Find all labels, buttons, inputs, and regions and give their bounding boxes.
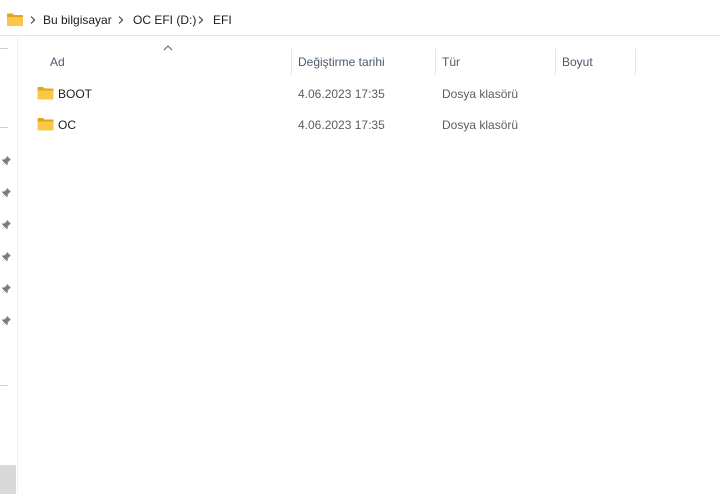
- nav-separator: [0, 385, 8, 386]
- list-item[interactable]: OC 4.06.2023 17:35 Dosya klasörü: [18, 113, 720, 137]
- nav-scrollbar-thumb[interactable]: [0, 465, 16, 494]
- file-explorer-window: Bu bilgisayar OC EFI (D:) EFI Ad Değişti…: [0, 0, 720, 494]
- file-type: Dosya klasörü: [442, 87, 519, 101]
- folder-icon: [37, 87, 54, 100]
- pin-icon[interactable]: [1, 187, 13, 199]
- column-divider[interactable]: [435, 49, 436, 75]
- pin-icon[interactable]: [1, 219, 13, 231]
- column-header-name[interactable]: Ad: [50, 55, 65, 69]
- chevron-right-icon[interactable]: [197, 15, 205, 25]
- pin-icon[interactable]: [1, 283, 13, 295]
- list-item[interactable]: BOOT 4.06.2023 17:35 Dosya klasörü: [18, 82, 720, 106]
- file-modified-date: 4.06.2023 17:35: [298, 118, 385, 132]
- pin-icon[interactable]: [1, 251, 13, 263]
- nav-separator: [0, 48, 8, 49]
- chevron-right-icon[interactable]: [29, 15, 37, 25]
- file-name: BOOT: [58, 87, 93, 101]
- column-divider[interactable]: [291, 49, 292, 75]
- column-header-type[interactable]: Tür: [442, 55, 460, 69]
- column-header-size[interactable]: Boyut: [562, 55, 593, 69]
- breadcrumb-item-efi[interactable]: EFI: [213, 13, 232, 27]
- pin-icon[interactable]: [1, 315, 13, 327]
- column-divider[interactable]: [635, 49, 636, 75]
- chevron-right-icon[interactable]: [117, 15, 125, 25]
- column-header-row: Ad Değiştirme tarihi Tür Boyut: [18, 37, 720, 75]
- navigation-pane[interactable]: [0, 37, 18, 494]
- folder-icon: [37, 118, 54, 131]
- breadcrumb-item-this-pc[interactable]: Bu bilgisayar: [43, 13, 112, 27]
- column-header-modified[interactable]: Değiştirme tarihi: [298, 55, 385, 69]
- breadcrumb-item-drive[interactable]: OC EFI (D:): [133, 13, 196, 27]
- nav-separator: [0, 127, 8, 128]
- pin-icon[interactable]: [1, 155, 13, 167]
- file-name: OC: [58, 118, 76, 132]
- sort-ascending-icon: [163, 45, 173, 51]
- folder-icon: [7, 13, 23, 26]
- column-divider[interactable]: [555, 49, 556, 75]
- address-bar[interactable]: Bu bilgisayar OC EFI (D:) EFI: [0, 4, 720, 36]
- file-type: Dosya klasörü: [442, 118, 519, 132]
- file-modified-date: 4.06.2023 17:35: [298, 87, 385, 101]
